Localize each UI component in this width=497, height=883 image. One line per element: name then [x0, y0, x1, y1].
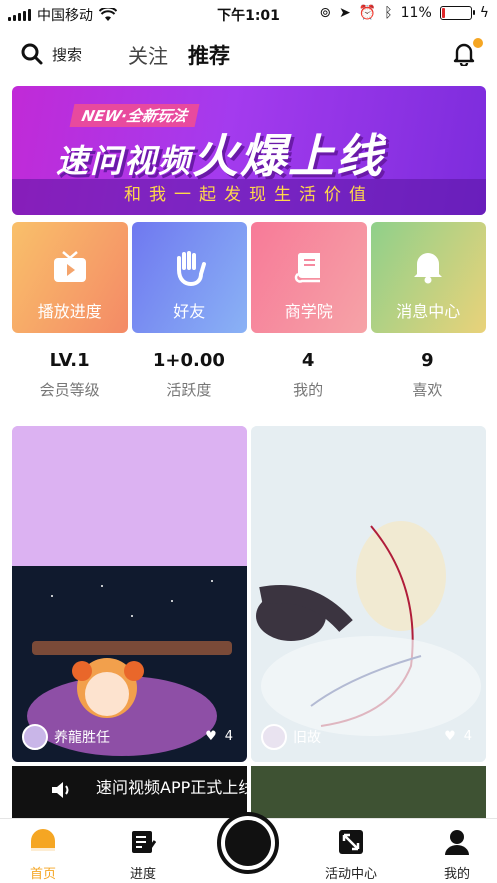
video-card[interactable]: 养龍胜任 ♥ 4 — [12, 426, 247, 762]
nav-label: 首页 — [29, 867, 56, 882]
video-card[interactable]: 旧故 ♥ 4 — [251, 426, 486, 762]
status-right: ⊚ ➤ ⏰ ᛒ 11% ϟ — [319, 5, 489, 21]
stat-mine[interactable]: 4 我的 — [249, 350, 368, 400]
tile-message-center[interactable]: 消息中心 — [370, 222, 487, 333]
feed-tabs: 关注 推荐 — [128, 40, 230, 70]
battery-icon — [439, 6, 475, 20]
video-thumbnail — [12, 426, 247, 762]
notification-dot — [473, 38, 483, 48]
user-stats: LV.1 会员等级 1+0.00 活跃度 4 我的 9 喜欢 — [10, 350, 487, 400]
video-card-thumbnail[interactable] — [251, 766, 486, 818]
author-name: 养龍胜任 — [54, 730, 110, 746]
promo-banner[interactable]: NEW·全新玩法 速问视频火爆上线 和我一起发现生活价值 — [12, 86, 486, 215]
bell-icon — [371, 250, 487, 284]
battery-level — [441, 8, 445, 18]
stat-likes[interactable]: 9 喜欢 — [368, 350, 487, 400]
video-author[interactable]: 养龍胜任 — [22, 724, 110, 750]
video-thumbnail — [251, 426, 486, 762]
progress-icon — [132, 831, 157, 853]
quick-menu: 播放进度 好友 商学院 消息中心 — [12, 222, 486, 333]
search-icon — [21, 43, 43, 65]
home-icon — [31, 829, 55, 851]
banner-headline-big: 火爆上线 — [192, 129, 385, 183]
nav-progress[interactable]: 进度 — [108, 829, 178, 882]
rotation-lock-icon: ⊚ — [319, 5, 332, 21]
stat-value: 1+0.00 — [152, 350, 225, 371]
stat-label: 活跃度 — [166, 381, 212, 399]
stat-label: 会员等级 — [39, 381, 100, 399]
notification-button[interactable] — [453, 38, 483, 70]
tile-label: 好友 — [173, 302, 206, 321]
record-button-core — [225, 820, 271, 866]
speaker-icon — [52, 782, 69, 798]
avatar — [22, 724, 48, 750]
like-count: 4 — [463, 729, 472, 744]
user-icon — [445, 830, 469, 855]
tile-playback-progress[interactable]: 播放进度 — [12, 222, 128, 333]
stat-value: 4 — [301, 350, 315, 371]
hand-icon — [132, 250, 248, 286]
stat-activity[interactable]: 1+0.00 活跃度 — [129, 350, 248, 400]
top-header: 搜索 关注 推荐 — [0, 36, 497, 76]
author-name: 旧故 — [293, 730, 321, 746]
activity-icon — [339, 830, 363, 854]
stat-label: 喜欢 — [412, 381, 443, 399]
alarm-icon: ⏰ — [358, 5, 377, 21]
tile-label: 商学院 — [284, 302, 333, 321]
announcement-bar[interactable]: 速问视频APP正式上线! — [12, 766, 261, 818]
charging-icon: ϟ — [479, 5, 489, 21]
location-icon: ➤ — [339, 5, 351, 21]
tile-business-school[interactable]: 商学院 — [251, 222, 367, 333]
search-button[interactable]: 搜索 — [20, 42, 82, 66]
nav-home[interactable]: 首页 — [8, 829, 78, 882]
like-button[interactable]: ♥ 4 — [444, 729, 472, 744]
play-icon — [12, 250, 128, 284]
bell-icon — [453, 43, 475, 68]
search-label: 搜索 — [52, 45, 83, 64]
nav-label: 进度 — [129, 867, 156, 882]
banner-headline-small: 速问视频 — [56, 142, 193, 180]
avatar — [261, 724, 287, 750]
tile-label: 播放进度 — [37, 302, 102, 321]
bluetooth-icon: ᛒ — [384, 5, 393, 21]
tab-recommend[interactable]: 推荐 — [188, 40, 230, 70]
nav-activity-center[interactable]: 活动中心 — [316, 829, 386, 882]
battery-percent: 11% — [400, 5, 432, 21]
nav-label: 活动中心 — [324, 867, 377, 882]
video-author[interactable]: 旧故 — [261, 724, 321, 750]
status-bar: 中国移动 下午1:01 ⊚ ➤ ⏰ ᛒ 11% ϟ — [0, 0, 497, 28]
like-count: 4 — [224, 729, 233, 744]
stat-value: LV.1 — [49, 350, 90, 371]
banner-subtitle: 和我一起发现生活价值 — [124, 185, 374, 205]
record-button[interactable] — [217, 812, 279, 874]
banner-headline: 速问视频火爆上线 — [56, 120, 476, 186]
tile-friends[interactable]: 好友 — [131, 222, 248, 333]
heart-icon: ♥ — [444, 729, 456, 744]
nav-mine[interactable]: 我的 — [422, 829, 492, 882]
book-icon — [251, 250, 367, 284]
stat-member-level[interactable]: LV.1 会员等级 — [10, 350, 129, 400]
tab-follow[interactable]: 关注 — [128, 40, 168, 69]
announcement-text: 速问视频APP正式上线! — [96, 778, 261, 797]
like-button[interactable]: ♥ 4 — [205, 729, 233, 744]
stat-value: 9 — [421, 350, 434, 371]
heart-icon: ♥ — [205, 729, 217, 744]
stat-label: 我的 — [293, 381, 324, 399]
nav-label: 我的 — [443, 867, 470, 882]
tile-label: 消息中心 — [396, 302, 461, 321]
